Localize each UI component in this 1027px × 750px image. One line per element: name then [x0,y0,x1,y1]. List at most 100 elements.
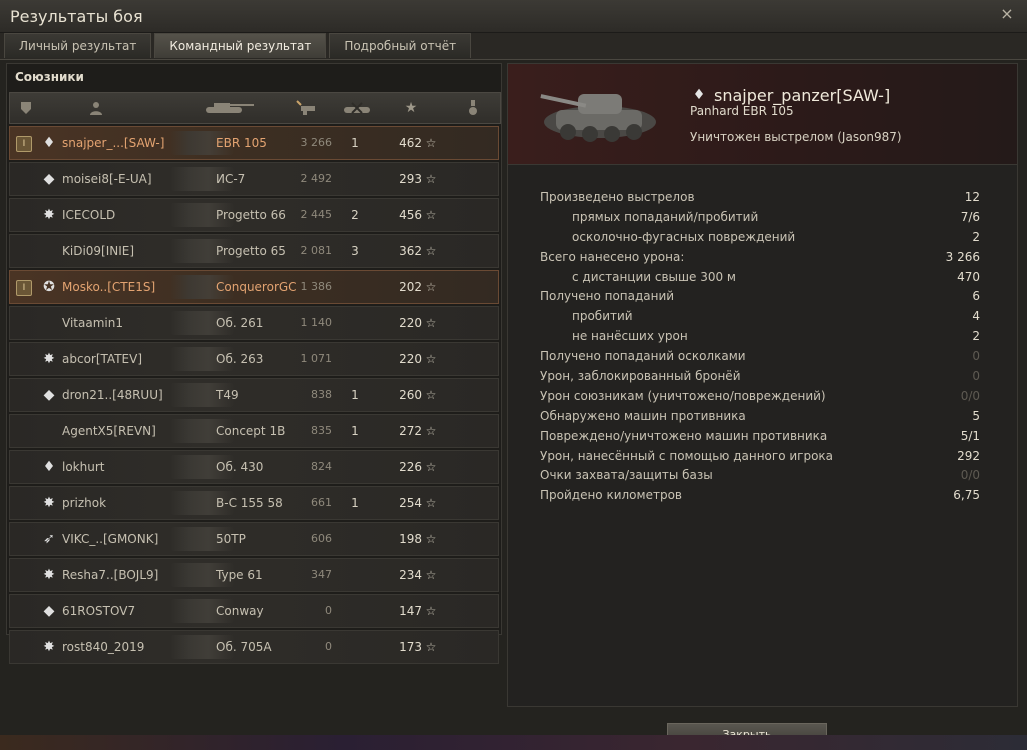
kills-cell [340,343,370,375]
damage-cell: 0 [325,604,332,617]
squad-icon[interactable] [16,93,36,123]
content-area: Союзники ★ I ♦ snajper_...[SAW-] EBR 105… [0,59,1027,746]
table-row[interactable]: ◆ 61ROSTOV7 Conway 0 147 ☆ [9,594,499,628]
kills-icon[interactable] [340,93,374,123]
table-row[interactable]: AgentX5[REVN] Concept 1B 835 1 272 ☆ [9,414,499,448]
rank-icon: ◆ [43,171,55,187]
stat-value: 0 [972,349,980,364]
battle-results-window: Результаты боя × Личный результат Команд… [0,0,1027,750]
damage-cell: 1 386 [300,280,333,293]
xp-cell: 220 [399,352,422,366]
stat-label: Получено попаданий [540,289,675,304]
table-row[interactable]: I ✪ Mosko..[CTE1S] ConquerorGC 1 386 202 ☆ [9,270,499,304]
background-strip [0,735,1027,750]
stat-label: Очки захвата/защиты базы [540,468,713,483]
close-icon[interactable]: × [999,6,1015,22]
stat-row: Очки захвата/защиты базы 0/0 [540,468,980,488]
rank-icon [38,420,60,442]
damage-cell: 2 492 [300,172,333,185]
star-icon: ☆ [425,136,437,150]
damage-cell: 838 [311,388,332,401]
damage-cell: 1 140 [300,316,333,329]
star-icon: ☆ [425,604,437,618]
stat-value: 0 [972,369,980,384]
stat-value: 4 [972,309,980,324]
rank-icon: ➶ [43,531,55,547]
star-icon: ☆ [425,352,437,366]
star-icon: ☆ [425,280,437,294]
damage-icon[interactable] [292,93,320,123]
table-row[interactable]: ✸ Resha7..[BOJL9] Type 61 347 234 ☆ [9,558,499,592]
player-name-cell: snajper_...[SAW-] [62,136,165,150]
xp-cell: 202 [399,280,422,294]
kills-cell [340,307,370,339]
player-name-cell: lokhurt [62,460,105,474]
table-row[interactable]: ✸ prizhok B-C 155 58 661 1 254 ☆ [9,486,499,520]
damage-cell: 3 266 [300,136,333,149]
table-row[interactable]: ◆ dron21..[48RUU] T49 838 1 260 ☆ [9,378,499,412]
damage-cell: 0 [325,640,332,653]
stat-value: 6 [972,289,980,304]
tank-icon[interactable] [198,93,258,123]
medal-icon[interactable] [462,93,484,123]
table-row[interactable]: I ♦ snajper_...[SAW-] EBR 105 3 266 1 462 ☆ [9,126,499,160]
stat-row: с дистанции свыше 300 м 470 [540,270,980,290]
star-icon: ☆ [425,496,437,510]
table-row[interactable]: Vitaamin1 Об. 261 1 140 220 ☆ [9,306,499,340]
xp-star-icon[interactable]: ★ [400,93,422,123]
star-icon: ☆ [425,568,437,582]
stat-value: 2 [972,229,980,244]
damage-cell: 661 [311,496,332,509]
squad-badge: I [16,280,32,296]
xp-cell: 462 [399,136,422,150]
xp-cell: 254 [399,496,422,510]
xp-cell: 220 [399,316,422,330]
player-icon[interactable] [85,93,107,123]
stat-value: 3 266 [945,249,980,264]
window-title: Результаты боя [10,7,143,26]
stat-row: Урон, заблокированный бронёй 0 [540,369,980,389]
tab-team-result[interactable]: Командный результат [154,33,327,58]
table-row[interactable]: ✸ ICECOLD Progetto 66 2 445 2 456 ☆ [9,198,499,232]
star-icon: ☆ [425,208,437,222]
stat-label: Пройдено километров [540,488,682,503]
table-row[interactable]: ◆ moisei8[-E-UA] ИС-7 2 492 293 ☆ [9,162,499,196]
stat-row: прямых попаданий/пробитий 7/6 [540,210,980,230]
stat-row: Всего нанесено урона: 3 266 [540,250,980,270]
stat-row: пробитий 4 [540,309,980,329]
player-name-cell: KiDi09[INIE] [62,244,135,258]
table-row[interactable]: ♦ lokhurt Об. 430 824 226 ☆ [9,450,499,484]
rank-icon: ✪ [43,279,55,295]
stat-label: осколочно-фугасных повреждений [572,229,796,244]
tab-detailed-report[interactable]: Подробный отчёт [329,33,472,58]
table-row[interactable]: KiDi09[INIE] Progetto 65 2 081 3 362 ☆ [9,234,499,268]
stat-value: 470 [957,269,980,284]
xp-cell: 226 [399,460,422,474]
rank-icon: ◆ [43,387,55,403]
xp-cell: 147 [399,604,422,618]
table-row[interactable]: ✸ abcor[TATEV] Об. 263 1 071 220 ☆ [9,342,499,376]
xp-cell: 272 [399,424,422,438]
rank-icon: ✸ [43,351,55,367]
table-row[interactable]: ✸ rost840_2019 Об. 705А 0 173 ☆ [9,630,499,664]
stat-row: Урон союзникам (уничтожено/повреждений) 0… [540,389,980,409]
stat-value: 292 [957,448,980,463]
table-row[interactable]: ➶ VIKC_..[GMONK] 50TP 606 198 ☆ [9,522,499,556]
stat-label: Урон, нанесённый с помощью данного игрок… [540,448,834,463]
stat-value: 7/6 [960,209,980,224]
kills-cell [340,451,370,483]
damage-cell: 606 [311,532,332,545]
stat-row: осколочно-фугасных повреждений 2 [540,230,980,250]
stat-row: Обнаружено машин противника 5 [540,409,980,429]
kills-cell: 1 [351,496,359,510]
rank-icon: ✸ [43,495,55,511]
player-name-cell: ICECOLD [62,208,116,222]
damage-cell: 824 [311,460,332,473]
player-name-cell: 61ROSTOV7 [62,604,136,618]
player-name-cell: moisei8[-E-UA] [62,172,152,186]
tab-personal-result[interactable]: Личный результат [4,33,152,58]
player-header: ♦ snajper_panzer[SAW-] Panhard EBR 105 У… [508,64,1017,165]
stat-row: Пройдено километров 6,75 [540,488,980,508]
star-icon: ☆ [425,172,437,186]
player-name-cell: AgentX5[REVN] [62,424,156,438]
